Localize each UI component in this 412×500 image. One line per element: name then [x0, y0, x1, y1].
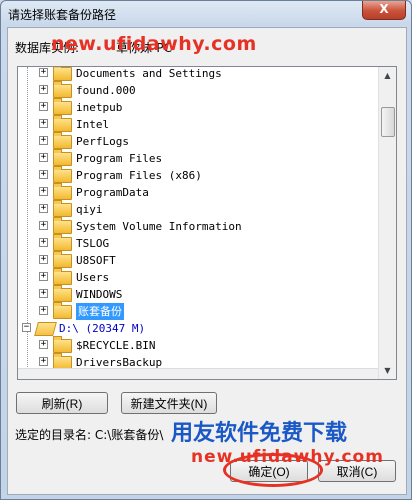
tree-item-label: Users — [76, 271, 110, 284]
expand-icon[interactable]: + — [39, 170, 48, 179]
expand-icon[interactable]: + — [39, 187, 48, 196]
selected-path-value: C:\账套备份\ — [94, 428, 164, 442]
tree-item-label: Documents and Settings — [76, 67, 222, 80]
open-folder-icon — [34, 322, 57, 336]
expand-icon[interactable]: + — [39, 255, 48, 264]
expand-icon[interactable]: + — [39, 85, 48, 94]
expand-icon[interactable]: + — [39, 153, 48, 162]
tree-item-label: qiyi — [76, 203, 103, 216]
expand-icon[interactable]: + — [39, 221, 48, 230]
folder-tree-content: + Documents and Settings + found.000 + inetpu… — [18, 67, 378, 379]
folder-icon — [53, 81, 72, 98]
expand-icon[interactable]: + — [39, 238, 48, 247]
watermark-top: new.ufidawhy.com — [51, 33, 257, 55]
folder-icon — [53, 67, 72, 81]
folder-icon — [53, 217, 72, 234]
folder-icon — [53, 336, 72, 353]
tree-item-label: System Volume Information — [76, 220, 242, 233]
tree-item-label: U8SOFT — [76, 254, 116, 267]
dialog-window: 请选择账套备份路径 X 数据库实例: 草你妹-PC + Documents and… — [0, 0, 412, 500]
expand-icon[interactable]: + — [39, 68, 48, 77]
expand-icon[interactable]: + — [39, 340, 48, 349]
folder-icon — [53, 166, 72, 183]
expand-icon[interactable]: + — [39, 357, 48, 366]
tree-item-label: WINDOWS — [76, 288, 123, 301]
folder-icon — [53, 132, 72, 149]
tree-item-label: ProgramData — [76, 186, 149, 199]
folder-icon — [53, 285, 72, 302]
folder-icon — [53, 302, 72, 319]
new-folder-button[interactable]: 新建文件夹(N) — [121, 392, 217, 414]
folder-icon — [53, 268, 72, 285]
tree-item-label: Program Files (x86) — [76, 169, 202, 182]
tree-item-label: $RECYCLE.BIN — [76, 339, 156, 352]
folder-icon — [53, 98, 72, 115]
watermark-cn: 用友软件免费下载 — [171, 421, 348, 446]
tree-item-label: TSLOG — [76, 237, 110, 250]
expand-icon[interactable]: + — [39, 306, 48, 315]
scroll-up-icon[interactable]: ▲ — [379, 67, 396, 84]
tree-item-label: PerfLogs — [76, 135, 129, 148]
folder-icon — [53, 115, 72, 132]
folder-tree[interactable]: + Documents and Settings + found.000 + inetpu… — [17, 66, 397, 380]
tree-item-label: inetpub — [76, 101, 123, 114]
folder-icon — [53, 200, 72, 217]
selected-path: 选定的目录名: C:\账套备份\ — [15, 426, 163, 443]
tree-item-label: found.000 — [76, 84, 136, 97]
expand-icon[interactable]: + — [39, 204, 48, 213]
expand-icon[interactable]: + — [39, 102, 48, 111]
selected-path-label: 选定的目录名: — [15, 428, 92, 442]
folder-icon — [53, 251, 72, 268]
tree-item-label: D:\ (20347 M) — [59, 322, 146, 335]
horizontal-scrollbar[interactable] — [18, 368, 378, 379]
close-button[interactable]: X — [362, 1, 406, 20]
expand-icon[interactable]: + — [39, 272, 48, 281]
refresh-button[interactable]: 刷新(R) — [16, 392, 108, 414]
expand-icon[interactable]: + — [39, 119, 48, 128]
window-title: 请选择账套备份路径 — [8, 8, 117, 22]
folder-icon — [53, 149, 72, 166]
tree-item-label: Program Files — [76, 152, 163, 165]
scroll-thumb[interactable] — [381, 107, 395, 137]
collapse-icon[interactable]: − — [22, 323, 31, 332]
folder-icon — [53, 234, 72, 251]
folder-icon — [53, 183, 72, 200]
expand-icon[interactable]: + — [39, 136, 48, 145]
scroll-down-icon[interactable]: ▼ — [379, 362, 396, 379]
highlight-circle — [223, 453, 323, 487]
tree-item-label: Intel — [76, 118, 110, 131]
expand-icon[interactable]: + — [39, 289, 48, 298]
tree-item-label: 账套备份 — [76, 303, 124, 320]
vertical-scrollbar[interactable]: ▲ ▼ — [378, 67, 396, 379]
